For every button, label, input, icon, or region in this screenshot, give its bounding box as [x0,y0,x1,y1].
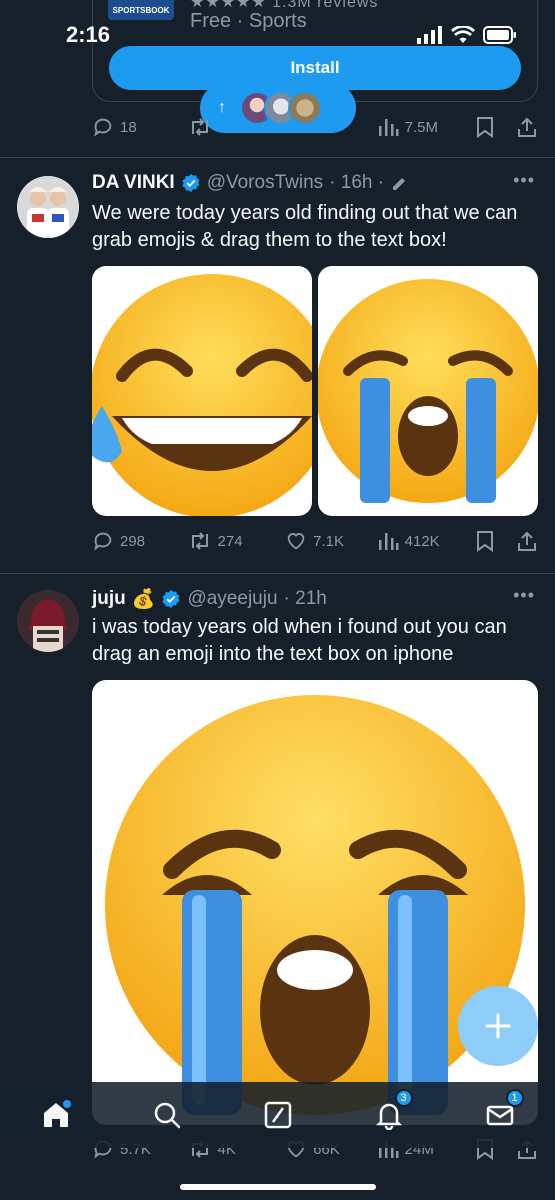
verified-badge-icon [162,589,180,608]
search-icon [154,1102,180,1129]
retweet-icon [191,118,208,136]
share-button[interactable] [516,116,538,138]
sportsbook-logo: SPORTSBOOK [108,0,174,20]
like-count: 7.1K [313,532,344,550]
views-icon [378,119,399,136]
tweet-text: i was today years old when i found out y… [92,616,507,665]
tweet-media-right[interactable] [318,266,538,516]
home-indicator [180,1184,376,1190]
status-icons [417,26,517,44]
bookmark-button[interactable] [476,116,516,138]
like-button[interactable]: 7.1K [285,530,377,552]
retweet-button[interactable]: 274 [188,530,286,552]
reply-count: 298 [120,532,146,550]
retweet-button[interactable] [188,116,377,138]
nav-messages[interactable]: 1 [480,1089,524,1135]
reply-button[interactable]: 298 [92,530,188,552]
views-icon [378,533,399,550]
more-options-icon[interactable]: ••• [513,585,535,606]
more-options-icon[interactable]: ••• [513,170,535,191]
retweet-icon [191,532,208,550]
money-bag-emoji: 💰 [131,588,156,610]
share-icon [518,531,536,551]
retweet-count: 274 [217,532,243,550]
bookmark-icon [477,117,494,138]
ad-actions: 18 7.5M [92,116,538,138]
timestamp: · 21h [283,587,327,609]
battery-icon [483,26,516,44]
arrow-up-icon: ↑ [218,99,226,116]
views-count: 7.5M [404,118,439,136]
handle[interactable]: @ayeejuju [187,588,277,610]
nav-search[interactable] [147,1095,187,1135]
tweet-header: juju 💰 @ayeejuju · 21h [92,587,327,611]
bookmark-button[interactable] [476,530,516,552]
bookmark-icon [477,531,494,552]
reply-icon [94,118,112,137]
display-name[interactable]: DA VINKI [92,172,175,194]
reply-button[interactable]: 18 [92,116,188,138]
tweet-header: DA VINKI @VorosTwins · 16h · [92,172,408,194]
timestamp: · 16h · [329,172,385,193]
nav-notifications[interactable]: 3 [369,1089,413,1135]
nav-home[interactable] [36,1095,76,1135]
tweet-media-left[interactable] [92,266,312,516]
divider [0,157,555,158]
laughing-emoji-image [92,274,312,516]
bottom-nav: 3 1 [0,1082,555,1148]
messages-badge: 1 [505,1089,524,1107]
home-icon [43,1100,71,1127]
handle[interactable]: @VorosTwins [207,172,323,194]
status-time: 2:16 [66,22,111,47]
ad-subtitle: Free · Sports [190,10,307,32]
compose-button[interactable] [458,986,538,1066]
share-icon [518,117,536,137]
views-count: 412K [404,532,440,550]
verified-badge-icon [182,173,200,193]
views-button[interactable]: 7.5M [377,116,477,138]
grok-icon [264,1101,291,1129]
reply-icon [94,532,112,551]
plus-icon [485,1013,511,1039]
avatar[interactable] [17,590,79,652]
tweet-actions: 298 274 7.1K 412K [92,530,538,552]
wifi-icon [451,26,475,43]
views-button[interactable]: 412K [377,530,477,552]
edited-pencil-icon [393,178,406,190]
crying-emoji-image [105,695,525,1115]
share-button[interactable] [516,530,538,552]
heart-icon [287,533,305,550]
divider [0,573,555,574]
nav-grok[interactable] [258,1095,298,1135]
signal-icon [417,26,442,44]
reply-count: 18 [120,118,137,136]
crying-emoji-image [318,279,538,503]
notifications-badge: 3 [394,1089,413,1107]
avatar[interactable] [17,176,79,238]
display-name[interactable]: juju [92,588,126,610]
tweet-text: We were today years old finding out that… [92,202,518,251]
tweet-media[interactable] [92,680,538,1125]
